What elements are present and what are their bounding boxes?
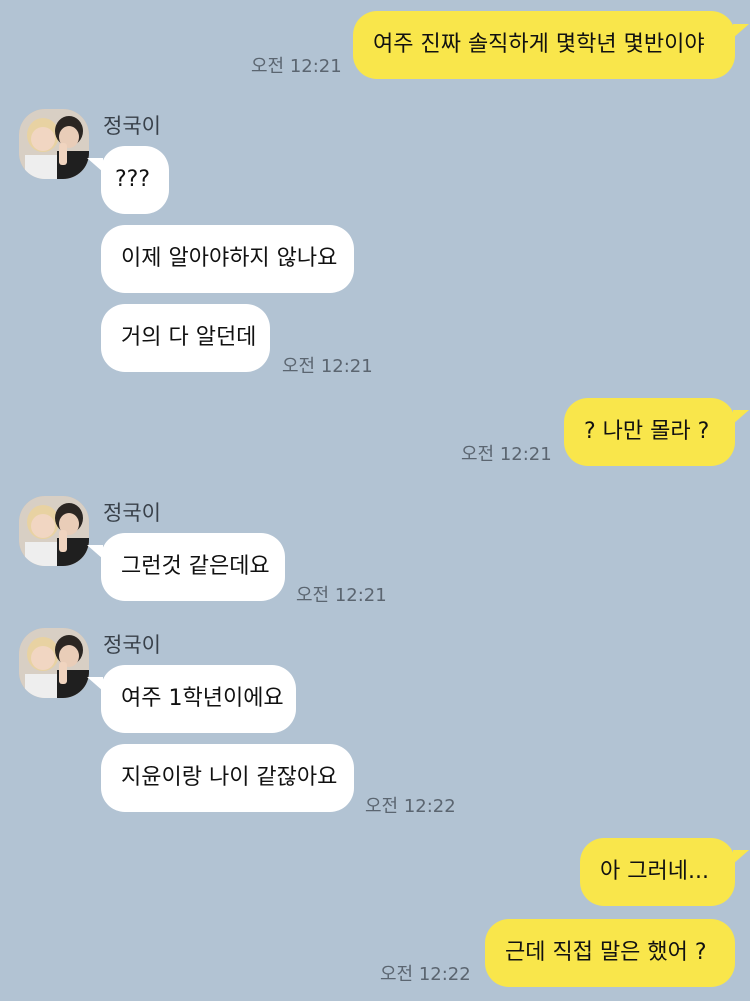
message-text: 여주 1학년이에요 (121, 686, 284, 711)
chat-screen: { "contact": { "name": "정국이" }, "colors"… (0, 0, 750, 1001)
their-message-bubble[interactable]: 거의 다 알던데 (101, 304, 270, 372)
contact-name: 정국이 (103, 633, 161, 657)
bubble-tail (733, 24, 749, 38)
bubble-tail (733, 850, 749, 864)
their-message-bubble[interactable]: ??? (101, 146, 169, 214)
bubble-tail (87, 158, 103, 172)
message-time: 오전 12:21 (296, 585, 387, 606)
message-time: 오전 12:21 (251, 56, 342, 77)
message-text: 그런것 같은데요 (121, 554, 270, 579)
avatar-photo-icon (19, 109, 89, 179)
contact-name: 정국이 (103, 501, 161, 525)
their-message-bubble[interactable]: 이제 알아야하지 않나요 (101, 225, 354, 293)
bubble-tail (87, 545, 103, 559)
contact-avatar[interactable] (19, 109, 89, 179)
contact-name: 정국이 (103, 114, 161, 138)
my-message-bubble[interactable]: 근데 직접 말은 했어 ? (485, 919, 735, 987)
contact-avatar[interactable] (19, 628, 89, 698)
avatar-photo-icon (19, 496, 89, 566)
their-message-bubble[interactable]: 그런것 같은데요 (101, 533, 285, 601)
my-message-bubble[interactable]: 아 그러네... (580, 838, 735, 906)
message-time: 오전 12:21 (461, 444, 552, 465)
bubble-tail (733, 410, 749, 424)
message-time: 오전 12:22 (365, 796, 456, 817)
message-text: 근데 직접 말은 했어 ? (505, 940, 707, 965)
message-text: 아 그러네... (600, 859, 709, 884)
message-text: 지윤이랑 나이 같잖아요 (121, 765, 338, 790)
message-text: 거의 다 알던데 (121, 325, 257, 350)
message-text: 여주 진짜 솔직하게 몇학년 몇반이야 (373, 32, 705, 57)
contact-avatar[interactable] (19, 496, 89, 566)
their-message-bubble[interactable]: 여주 1학년이에요 (101, 665, 296, 733)
message-text: ??? (115, 167, 151, 192)
message-time: 오전 12:22 (380, 964, 471, 985)
their-message-bubble[interactable]: 지윤이랑 나이 같잖아요 (101, 744, 354, 812)
avatar-photo-icon (19, 628, 89, 698)
bubble-tail (87, 677, 103, 691)
message-text: ? 나만 몰라 ? (584, 419, 710, 444)
message-text: 이제 알아야하지 않나요 (121, 246, 338, 271)
message-time: 오전 12:21 (282, 356, 373, 377)
my-message-bubble[interactable]: 여주 진짜 솔직하게 몇학년 몇반이야 (353, 11, 735, 79)
my-message-bubble[interactable]: ? 나만 몰라 ? (564, 398, 735, 466)
